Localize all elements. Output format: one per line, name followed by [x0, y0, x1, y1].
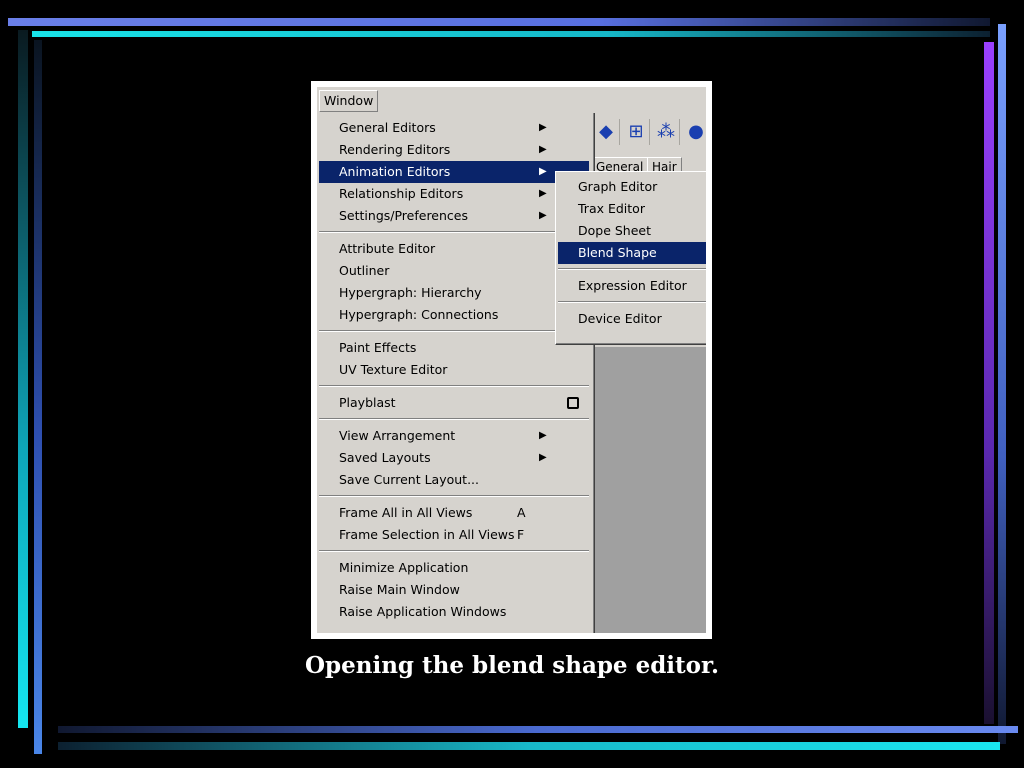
submenu-item-dope-sheet[interactable]: Dope Sheet [558, 220, 706, 242]
shortcut-key: A [517, 505, 526, 520]
submenu-item-label: Graph Editor [578, 179, 658, 194]
menu-item-label: Relationship Editors [339, 186, 464, 201]
submenu-item-label: Dope Sheet [578, 223, 652, 238]
menu-item-label: Paint Effects [339, 340, 417, 355]
menu-item-uv-texture-editor[interactable]: UV Texture Editor [319, 359, 589, 381]
submenu-item-label: Device Editor [578, 311, 662, 326]
frame-bar-right [998, 24, 1006, 744]
menu-item-label: Frame All in All Views [339, 505, 473, 520]
menu-separator [319, 418, 589, 420]
menu-separator [319, 330, 589, 332]
menu-item-label: Hypergraph: Connections [339, 307, 499, 322]
slide-caption: Opening the blend shape editor. [305, 652, 719, 679]
menu-item-raise-main-window[interactable]: Raise Main Window [319, 579, 589, 601]
menu-item-label: View Arrangement [339, 428, 456, 443]
menu-item-raise-application-windows[interactable]: Raise Application Windows [319, 601, 589, 623]
menu-item-label: Saved Layouts [339, 450, 431, 465]
menu-item-label: Attribute Editor [339, 241, 436, 256]
submenu-arrow-icon: ▶ [539, 166, 547, 177]
menu-separator [319, 385, 589, 387]
application-window: Window ◆ ⊞ ⁂ ● General Hair General Edit… [317, 87, 706, 633]
menu-bar: Window [317, 87, 706, 113]
menu-item-label: Raise Application Windows [339, 604, 507, 619]
menu-item-saved-layouts[interactable]: Saved Layouts ▶ [319, 447, 589, 469]
frame-bar-bottom [58, 742, 1000, 750]
frame-bar-bottom-inner [58, 726, 1018, 733]
option-box-icon[interactable] [567, 397, 579, 409]
window-dropdown-menu: General Editors ▶ Rendering Editors ▶ Animat… [317, 113, 594, 633]
submenu-arrow-icon: ▶ [539, 144, 547, 155]
frame-bar-top-inner [32, 31, 990, 37]
submenu-item-trax-editor[interactable]: Trax Editor [558, 198, 706, 220]
menu-item-label: Frame Selection in All Views [339, 527, 515, 542]
menu-item-view-arrangement[interactable]: View Arrangement ▶ [319, 425, 589, 447]
particle-icon[interactable]: ⁂ [653, 119, 680, 145]
submenu-arrow-icon: ▶ [539, 452, 547, 463]
frame-bar-top [8, 18, 990, 26]
menu-item-attribute-editor[interactable]: Attribute Editor [319, 238, 589, 260]
menu-item-label: UV Texture Editor [339, 362, 448, 377]
menu-item-label: Hypergraph: Hierarchy [339, 285, 482, 300]
animation-editors-submenu: Graph Editor Trax Editor Dope Sheet Blend S… [555, 171, 706, 345]
menu-item-label: General Editors [339, 120, 436, 135]
menu-item-paint-effects[interactable]: Paint Effects [319, 337, 589, 359]
viewport-panel [589, 347, 706, 633]
shortcut-key: F [517, 527, 525, 542]
menu-item-hypergraph-hierarchy[interactable]: Hypergraph: Hierarchy [319, 282, 589, 304]
submenu-arrow-icon: ▶ [539, 122, 547, 133]
menu-item-hypergraph-connections[interactable]: Hypergraph: Connections [319, 304, 589, 326]
submenu-separator [558, 301, 706, 303]
submenu-arrow-icon: ▶ [539, 430, 547, 441]
submenu-item-graph-editor[interactable]: Graph Editor [558, 176, 706, 198]
sphere-icon[interactable]: ● [683, 119, 706, 145]
menu-item-frame-all-in-all-views[interactable]: Frame All in All Views A [319, 502, 589, 524]
submenu-item-label: Expression Editor [578, 278, 687, 293]
menu-item-label: Outliner [339, 263, 390, 278]
menu-item-label: Settings/Preferences [339, 208, 468, 223]
submenu-item-label: Trax Editor [578, 201, 645, 216]
window-menu[interactable]: Window [319, 90, 379, 112]
menu-item-label: Animation Editors [339, 164, 451, 179]
frame-bar-left-inner [34, 40, 42, 754]
submenu-item-label: Blend Shape [578, 245, 657, 260]
frame-bar-right-inner [984, 42, 994, 724]
menu-separator [319, 495, 589, 497]
menu-item-label: Playblast [339, 395, 396, 410]
menu-item-save-current-layout[interactable]: Save Current Layout... [319, 469, 589, 491]
menu-item-label: Rendering Editors [339, 142, 451, 157]
cube-icon[interactable]: ◆ [593, 119, 620, 145]
menu-separator [319, 231, 589, 233]
lattice-icon[interactable]: ⊞ [623, 119, 650, 145]
menu-item-rendering-editors[interactable]: Rendering Editors ▶ [319, 139, 589, 161]
menu-item-outliner[interactable]: Outliner [319, 260, 589, 282]
menu-item-label: Save Current Layout... [339, 472, 479, 487]
menu-item-label: Minimize Application [339, 560, 469, 575]
menu-item-minimize-application[interactable]: Minimize Application [319, 557, 589, 579]
submenu-item-device-editor[interactable]: Device Editor [558, 308, 706, 330]
menu-screenshot: Window ◆ ⊞ ⁂ ● General Hair General Edit… [311, 81, 712, 639]
submenu-item-expression-editor[interactable]: Expression Editor [558, 275, 706, 297]
menu-separator [319, 550, 589, 552]
submenu-arrow-icon: ▶ [539, 188, 547, 199]
menu-item-playblast[interactable]: Playblast [319, 392, 589, 414]
submenu-item-blend-shape[interactable]: Blend Shape [558, 242, 706, 264]
frame-bar-left [18, 30, 28, 728]
submenu-arrow-icon: ▶ [539, 210, 547, 221]
menu-item-relationship-editors[interactable]: Relationship Editors ▶ [319, 183, 589, 205]
menu-item-animation-editors[interactable]: Animation Editors ▶ [319, 161, 589, 183]
menu-item-settings-preferences[interactable]: Settings/Preferences ▶ [319, 205, 589, 227]
menu-item-frame-selection-in-all-views[interactable]: Frame Selection in All Views F [319, 524, 589, 546]
submenu-separator [558, 268, 706, 270]
menu-item-general-editors[interactable]: General Editors ▶ [319, 117, 589, 139]
menu-item-label: Raise Main Window [339, 582, 460, 597]
